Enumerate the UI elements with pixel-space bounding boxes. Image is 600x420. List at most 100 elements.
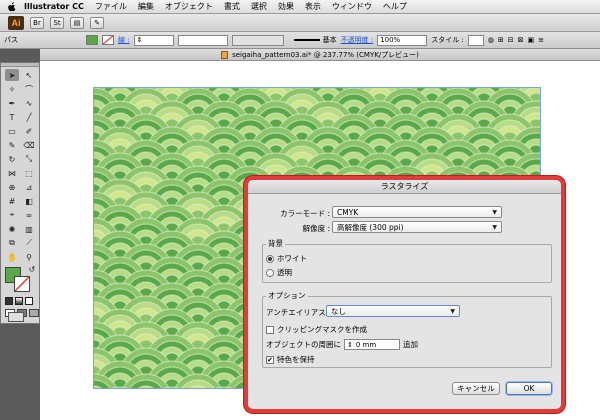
gpu-performance-icon[interactable]: ✎ — [90, 16, 104, 29]
menu-select[interactable]: 選択 — [251, 1, 267, 12]
color-mode-buttons — [5, 297, 33, 305]
eraser-tool-icon[interactable]: ⌫ — [22, 139, 36, 151]
magic-wand-tool-icon[interactable]: ✧ — [5, 83, 19, 95]
clipping-mask-checkbox[interactable] — [266, 325, 274, 334]
stock-button[interactable]: St — [50, 16, 64, 29]
menu-file[interactable]: ファイル — [95, 1, 127, 12]
opacity-link[interactable]: 不透明度 : — [341, 35, 374, 45]
graph-tool-icon[interactable]: ▥ — [22, 223, 36, 235]
resolution-select[interactable]: 高解像度 (300 ppi) ▼ — [332, 221, 502, 233]
menu-view[interactable]: 表示 — [305, 1, 321, 12]
cancel-button[interactable]: キャンセル — [452, 382, 500, 395]
variable-width-profile[interactable] — [177, 34, 228, 46]
isolate-icon[interactable]: ▣ — [528, 36, 535, 44]
artboard-tool-icon[interactable]: ⧉ — [5, 237, 19, 249]
transform-icon[interactable]: ⊟ — [508, 36, 514, 44]
brush-definition[interactable] — [231, 34, 284, 46]
bg-white-label: ホワイト — [277, 254, 307, 263]
zoom-tool-icon[interactable]: ⚲ — [22, 251, 36, 263]
padding-label: オブジェクトの周囲に — [266, 340, 341, 349]
antialias-label: アンチエイリアス : — [266, 308, 331, 317]
panel-grip[interactable] — [1, 63, 39, 67]
clipping-mask-label: クリッピングマスクを作成 — [277, 325, 367, 334]
antialias-select[interactable]: なし ▼ — [326, 305, 460, 317]
resolution-value: 高解像度 (300 ppi) — [337, 222, 404, 232]
menu-bar: Illustrator CC ファイル 編集 オブジェクト 書式 選択 効果 表… — [0, 0, 600, 14]
stroke-link[interactable]: 線 : — [118, 35, 130, 45]
document-tab[interactable]: seigaiha_pattern03.ai* @ 237.77% (CMYK/プ… — [40, 49, 600, 61]
curvature-tool-icon[interactable]: ∿ — [22, 97, 36, 109]
opacity-field[interactable]: 100% — [377, 34, 428, 46]
pen-tool-icon[interactable]: ✒ — [5, 97, 19, 109]
gradient-button[interactable] — [15, 297, 23, 305]
direct-selection-tool-icon[interactable]: ↖ — [22, 69, 36, 81]
mesh-tool-icon[interactable]: # — [5, 195, 19, 207]
color-button[interactable] — [5, 297, 13, 305]
shaper-tool-icon[interactable]: ✎ — [5, 139, 19, 151]
stroke-color-box[interactable] — [14, 276, 30, 292]
bg-white-option[interactable]: ホワイト — [266, 253, 307, 264]
eyedropper-tool-icon[interactable]: ⌖ — [5, 209, 19, 221]
menu-effect[interactable]: 効果 — [278, 1, 294, 12]
lasso-tool-icon[interactable]: ⌒ — [22, 83, 36, 95]
free-transform-tool-icon[interactable]: ⬚ — [22, 167, 36, 179]
line-tool-icon[interactable]: ╱ — [22, 111, 36, 123]
stroke-style-select[interactable]: 基本 — [293, 35, 337, 45]
style-label: スタイル : — [431, 36, 464, 44]
no-stroke-icon — [14, 276, 30, 292]
graphic-style-swatch[interactable] — [467, 34, 484, 46]
rotate-tool-icon[interactable]: ↻ — [5, 153, 19, 165]
rectangle-tool-icon[interactable]: ▭ — [5, 125, 19, 137]
menu-help[interactable]: ヘルプ — [383, 1, 407, 12]
preserve-spot-checkbox[interactable]: ✔ — [266, 355, 274, 364]
stroke-weight-field[interactable]: ⇕ — [133, 34, 174, 46]
selection-tool-icon[interactable]: ➤ — [5, 69, 19, 81]
fill-swatch[interactable] — [86, 35, 98, 45]
perspective-grid-tool-icon[interactable]: ⊿ — [22, 181, 36, 193]
ok-button[interactable]: OK — [506, 382, 552, 395]
paintbrush-tool-icon[interactable]: ✐ — [22, 125, 36, 137]
clipping-mask-option[interactable]: クリッピングマスクを作成 — [266, 324, 367, 335]
stroke-swatch[interactable] — [102, 35, 114, 45]
selection-type-label: パス — [4, 36, 18, 44]
padding-field[interactable]: ⇕ 0 mm — [344, 339, 400, 350]
arrange-documents-button[interactable]: ▤ — [70, 16, 84, 29]
hand-tool-icon[interactable]: ✋ — [5, 251, 19, 263]
recolor-icon[interactable]: ◍ — [488, 36, 494, 44]
slice-tool-icon[interactable]: ⟋ — [22, 237, 36, 249]
menu-type[interactable]: 書式 — [224, 1, 240, 12]
none-button[interactable] — [25, 297, 33, 305]
menu-window[interactable]: ウィンドウ — [332, 1, 372, 12]
shape-builder-tool-icon[interactable]: ⊕ — [5, 181, 19, 193]
control-bar: パス 線 : ⇕ 基本 不透明度 : 100% スタイル : ◍ ⊞ ⊟ ⊠ ▣… — [0, 32, 600, 49]
screen-mode-icon[interactable] — [8, 312, 24, 322]
blend-tool-icon[interactable]: ∞ — [22, 209, 36, 221]
panel-menu-icon[interactable]: ≡ — [538, 36, 544, 44]
menu-edit[interactable]: 編集 — [138, 1, 154, 12]
bg-transparent-radio[interactable] — [266, 268, 274, 277]
bg-transparent-option[interactable]: 透明 — [266, 267, 292, 278]
distribute-icon[interactable]: ⊠ — [518, 36, 524, 44]
swap-fill-stroke-icon[interactable]: ↺ — [27, 263, 37, 275]
color-mode-label: カラーモード : — [280, 209, 330, 218]
draw-inside-button[interactable] — [29, 309, 39, 317]
app-name[interactable]: Illustrator CC — [24, 2, 84, 11]
gradient-tool-icon[interactable]: ◧ — [22, 195, 36, 207]
chevron-down-icon: ▼ — [492, 208, 497, 216]
dialog-title: ラスタライズ — [248, 180, 561, 194]
scale-tool-icon[interactable]: ⤡ — [22, 153, 36, 165]
align-icon[interactable]: ⊞ — [498, 36, 504, 44]
menu-object[interactable]: オブジェクト — [165, 1, 213, 12]
width-tool-icon[interactable]: ⋈ — [5, 167, 19, 179]
stepper-icon[interactable]: ⇕ — [347, 341, 353, 349]
color-mode-select[interactable]: CMYK ▼ — [332, 206, 502, 218]
document-icon — [221, 50, 229, 59]
apple-icon[interactable] — [7, 1, 16, 12]
preserve-spot-option[interactable]: ✔ 特色を保持 — [266, 354, 315, 365]
bg-transparent-label: 透明 — [277, 268, 292, 277]
type-tool-icon[interactable]: T — [5, 111, 19, 123]
padding-row: オブジェクトの周囲に ⇕ 0 mm 追加 — [266, 339, 418, 350]
bridge-button[interactable]: Br — [30, 16, 44, 29]
symbol-sprayer-tool-icon[interactable]: ✺ — [5, 223, 19, 235]
bg-white-radio[interactable] — [266, 254, 274, 263]
